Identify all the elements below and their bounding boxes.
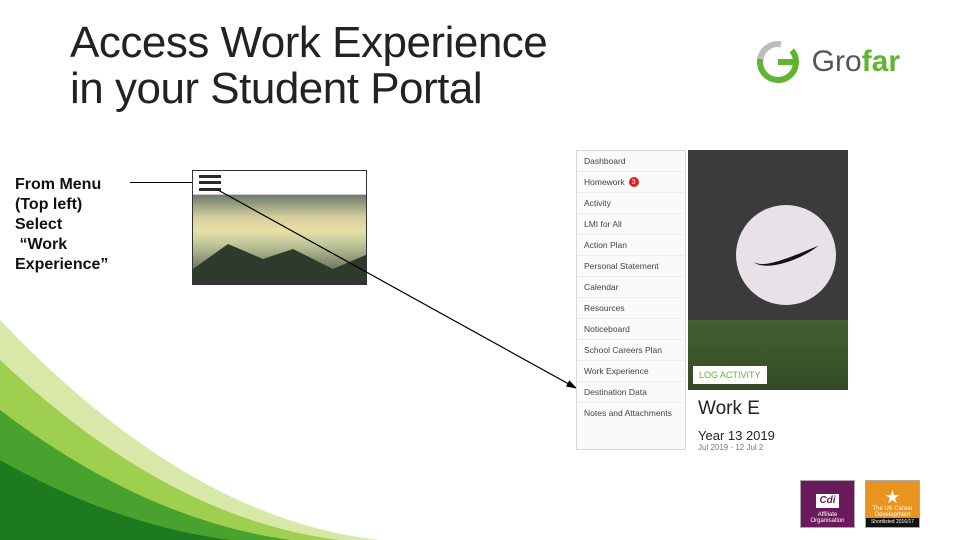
connector-line xyxy=(130,182,192,183)
sidebar-item-noticeboard: Noticeboard xyxy=(577,319,685,340)
sidebar-item-label: Homework xyxy=(584,177,625,187)
work-experience-heading: Work E xyxy=(698,398,838,420)
sidebar-item-label: Calendar xyxy=(584,282,619,292)
log-activity-button: LOG ACTIVITY xyxy=(693,366,767,384)
sidebar-item-action-plan: Action Plan xyxy=(577,235,685,256)
instruction-caption: From Menu (Top left) Select “Work Experi… xyxy=(15,175,130,275)
hamburger-icon xyxy=(199,175,221,191)
brand-far: far xyxy=(862,45,900,78)
slide-title: Access Work Experience in your Student P… xyxy=(70,20,550,112)
sidebar-menu-screenshot: Dashboard Homework 3 Activity LMI for All… xyxy=(576,150,686,450)
cda-bottom: Shortlisted 2016/17 xyxy=(866,518,919,527)
sidebar-item-dashboard: Dashboard xyxy=(577,151,685,172)
sidebar-item-calendar: Calendar xyxy=(577,277,685,298)
sidebar-item-label: Action Plan xyxy=(584,240,627,250)
cdi-badge: Cdi Affiliate Organisation xyxy=(800,480,855,528)
grofar-g-icon xyxy=(754,38,802,86)
sidebar-item-homework: Homework 3 xyxy=(577,172,685,193)
brand-logo: Grofar xyxy=(754,38,900,86)
sidebar-item-notes: Notes and Attachments xyxy=(577,403,685,423)
mobile-screenshot xyxy=(192,170,367,285)
cdi-caption: Affiliate Organisation xyxy=(804,512,851,524)
mobile-topbar xyxy=(193,171,366,195)
mobile-background-image xyxy=(193,195,366,284)
brand-gro: Gro xyxy=(812,45,862,78)
sidebar-item-label: Activity xyxy=(584,198,611,208)
sidebar-item-label: Notes and Attachments xyxy=(584,408,672,418)
caption-line: Experience” xyxy=(15,255,130,275)
date-range: Jul 2019 - 12 Jul 2 xyxy=(698,443,838,450)
cdi-logo-text: Cdi xyxy=(816,494,838,508)
content-screenshot: LOG ACTIVITY Work E Year 13 2019 Jul 201… xyxy=(688,150,848,450)
star-icon: ★ xyxy=(884,488,900,506)
sidebar-item-lmi: LMI for All xyxy=(577,214,685,235)
sidebar-item-resources: Resources xyxy=(577,298,685,319)
sidebar-item-careers-plan: School Careers Plan xyxy=(577,340,685,361)
brand-wordmark: Grofar xyxy=(812,45,900,79)
sidebar-item-label: Noticeboard xyxy=(584,324,630,334)
sidebar-item-destination-data: Destination Data xyxy=(577,382,685,403)
content-panel: Work E Year 13 2019 Jul 2019 - 12 Jul 2 xyxy=(688,390,848,450)
sidebar-item-activity: Activity xyxy=(577,193,685,214)
corner-decoration xyxy=(0,320,380,540)
sidebar-item-label: LMI for All xyxy=(584,219,622,229)
sidebar-item-label: Work Experience xyxy=(584,366,649,376)
notification-badge: 3 xyxy=(629,177,639,187)
cda-badge: ★ The UK Career Development Awards Short… xyxy=(865,480,920,528)
ball-image xyxy=(736,205,836,305)
footer-badges: Cdi Affiliate Organisation ★ The UK Care… xyxy=(800,480,920,528)
caption-line: “Work xyxy=(15,235,130,255)
caption-line: Select xyxy=(15,215,130,235)
sidebar-item-label: Resources xyxy=(584,303,625,313)
sidebar-item-personal-statement: Personal Statement xyxy=(577,256,685,277)
caption-line: (Top left) xyxy=(15,195,130,215)
sidebar-item-label: School Careers Plan xyxy=(584,345,662,355)
sidebar-item-label: Personal Statement xyxy=(584,261,659,271)
caption-line: From Menu xyxy=(15,175,130,195)
sidebar-item-work-experience: Work Experience xyxy=(577,361,685,382)
year-line: Year 13 2019 xyxy=(698,428,838,443)
slide: Access Work Experience in your Student P… xyxy=(0,0,960,540)
sidebar-item-label: Dashboard xyxy=(584,156,626,166)
sidebar-item-label: Destination Data xyxy=(584,387,647,397)
